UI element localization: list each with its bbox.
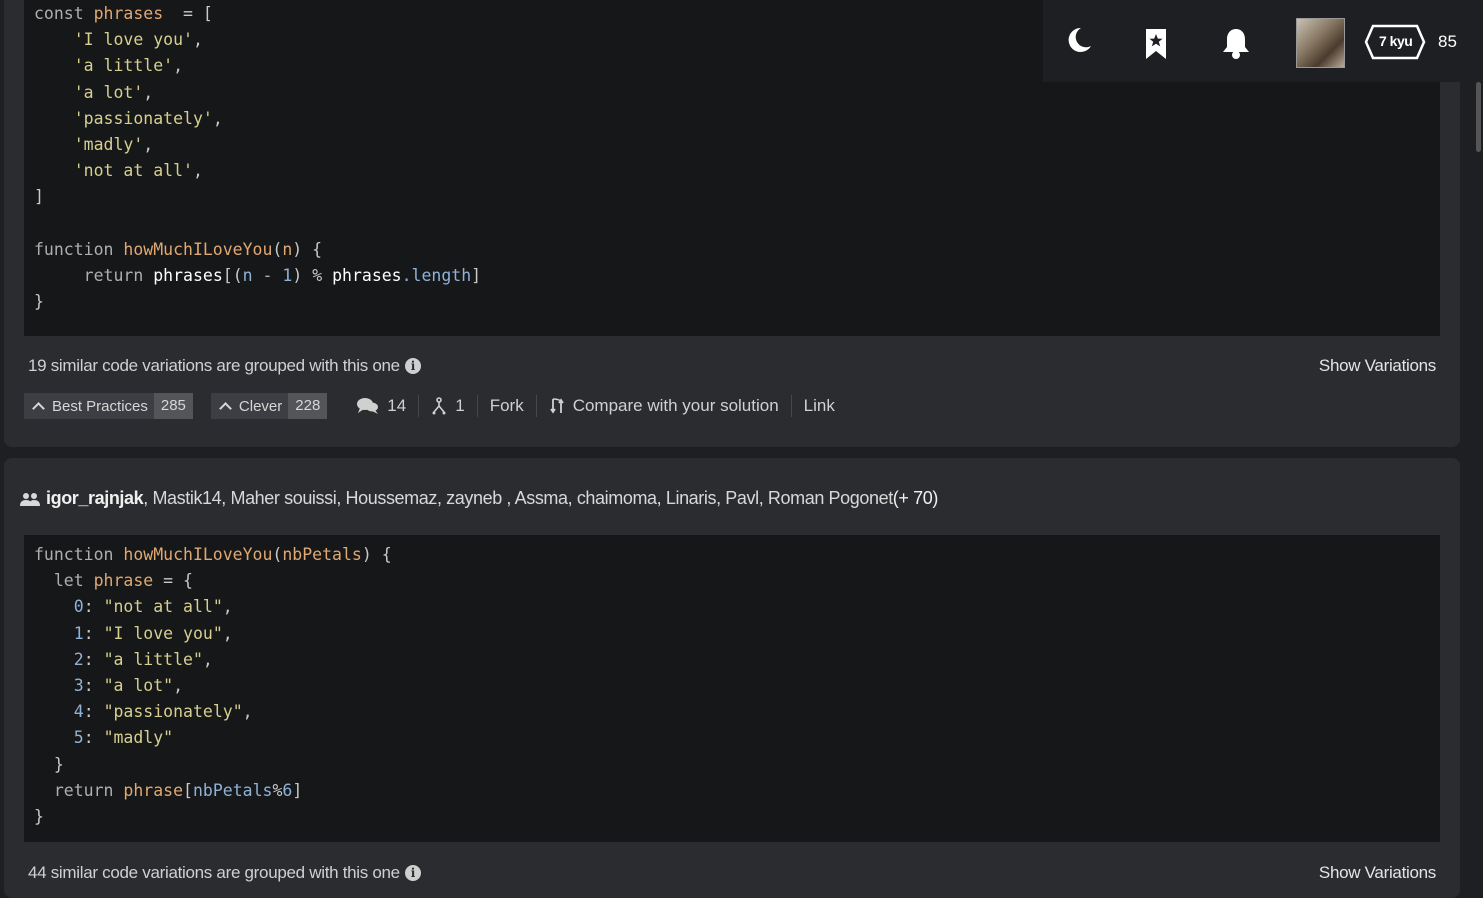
info-icon[interactable]: i xyxy=(404,358,421,374)
show-variations-link[interactable]: Show Variations xyxy=(1319,356,1436,376)
link-label: Link xyxy=(803,396,835,415)
code-line: 1: "I love you", xyxy=(73,623,233,643)
solution-actions: Best Practices 285 Clever 228 14 1 Fork … xyxy=(24,392,847,420)
code-line: function howMuchILoveYou(nbPetals) { xyxy=(34,545,392,564)
code-block: function howMuchILoveYou(nbPetals) { let… xyxy=(24,535,1440,842)
code-line: 'passionately', xyxy=(73,108,223,128)
show-variations-link[interactable]: Show Variations xyxy=(1319,863,1436,883)
variations-text: 19 similar code variations are grouped w… xyxy=(28,356,400,375)
chevron-up-icon xyxy=(219,401,232,415)
code-line: return phrases[(n - 1) % phrases.length] xyxy=(83,265,482,285)
avatar[interactable] xyxy=(1296,18,1345,68)
rank-label: 7 kyu xyxy=(1379,33,1413,49)
code-line: 4: "passionately", xyxy=(73,702,253,722)
code-line: 'a lot', xyxy=(73,82,154,102)
code-line: 'not at all', xyxy=(73,161,203,181)
chevron-up-icon xyxy=(32,401,45,415)
users-icon xyxy=(20,492,40,506)
code-line: 2: "a little", xyxy=(73,649,213,669)
code-line: let phrase = { xyxy=(53,571,193,591)
fork-label: Fork xyxy=(489,396,524,415)
solution-authors: igor_rajnjak , Mastik14, Maher souissi, … xyxy=(20,488,938,509)
code-line: function howMuchILoveYou(n) { xyxy=(34,239,323,259)
code-line: 'madly', xyxy=(73,134,154,154)
code-line: 5: "madly" xyxy=(73,728,174,748)
clever-count: 228 xyxy=(288,393,328,419)
comments-button[interactable]: 14 xyxy=(345,395,420,417)
code-line: } xyxy=(34,292,44,312)
forks-count: 1 xyxy=(455,396,465,415)
code-line: 3: "a lot", xyxy=(73,675,184,695)
lead-author-link[interactable]: igor_rajnjak xyxy=(46,488,144,509)
comments-count: 14 xyxy=(387,396,407,415)
compare-label: Compare with your solution xyxy=(572,396,779,415)
comments-icon xyxy=(357,398,379,414)
clever-vote[interactable]: Clever 228 xyxy=(210,393,328,419)
best-practices-count: 285 xyxy=(153,393,193,419)
fork-button[interactable]: Fork xyxy=(478,395,537,417)
best-practices-label: Best Practices xyxy=(52,397,148,415)
honor-count: 85 xyxy=(1438,32,1457,51)
top-nav: 7 kyu 85 xyxy=(1043,0,1480,82)
code-line: } xyxy=(34,806,44,826)
compare-icon xyxy=(549,398,564,414)
clever-label: Clever xyxy=(238,397,283,415)
variations-row: 44 similar code variations are grouped w… xyxy=(28,863,1436,887)
compare-button[interactable]: Compare with your solution xyxy=(537,395,792,417)
link-button[interactable]: Link xyxy=(792,395,847,417)
bookmark-icon[interactable] xyxy=(1144,28,1168,60)
code-line: 0: "not at all", xyxy=(73,597,233,617)
best-practices-vote[interactable]: Best Practices 285 xyxy=(24,393,193,419)
other-authors[interactable]: , Mastik14, Maher souissi, Houssemaz, za… xyxy=(143,488,893,509)
info-icon[interactable]: i xyxy=(404,865,421,881)
fork-icon xyxy=(432,397,446,415)
variations-row: 19 similar code variations are grouped w… xyxy=(28,356,1436,380)
solution-card: function howMuchILoveYou(nbPetals) { let… xyxy=(4,458,1460,898)
moon-icon[interactable] xyxy=(1067,26,1093,54)
scrollbar[interactable] xyxy=(1476,82,1481,152)
code-line: return phrase[nbPetals%6] xyxy=(53,780,303,800)
more-authors[interactable]: (+ 70) xyxy=(893,488,939,509)
code-line: ] xyxy=(34,187,44,207)
code-line: } xyxy=(34,754,64,774)
bell-icon[interactable] xyxy=(1221,27,1251,60)
variations-text: 44 similar code variations are grouped w… xyxy=(28,863,400,882)
forks-count-button[interactable]: 1 xyxy=(419,395,478,417)
